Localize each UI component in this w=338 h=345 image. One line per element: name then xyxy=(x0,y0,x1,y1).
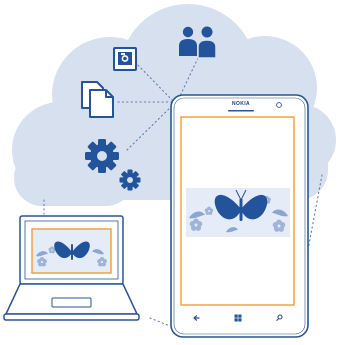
phone: NOKIA xyxy=(170,94,309,338)
illustration-canvas: NOKIA xyxy=(3,4,336,338)
phone-brand-label: NOKIA xyxy=(232,101,250,107)
laptop-screen-image xyxy=(31,228,112,274)
earpiece xyxy=(228,110,254,112)
laptop xyxy=(3,215,140,321)
cloud-sync-illustration: NOKIA xyxy=(0,0,338,345)
photo-icon xyxy=(113,47,137,71)
phone-screen-image xyxy=(186,188,290,237)
